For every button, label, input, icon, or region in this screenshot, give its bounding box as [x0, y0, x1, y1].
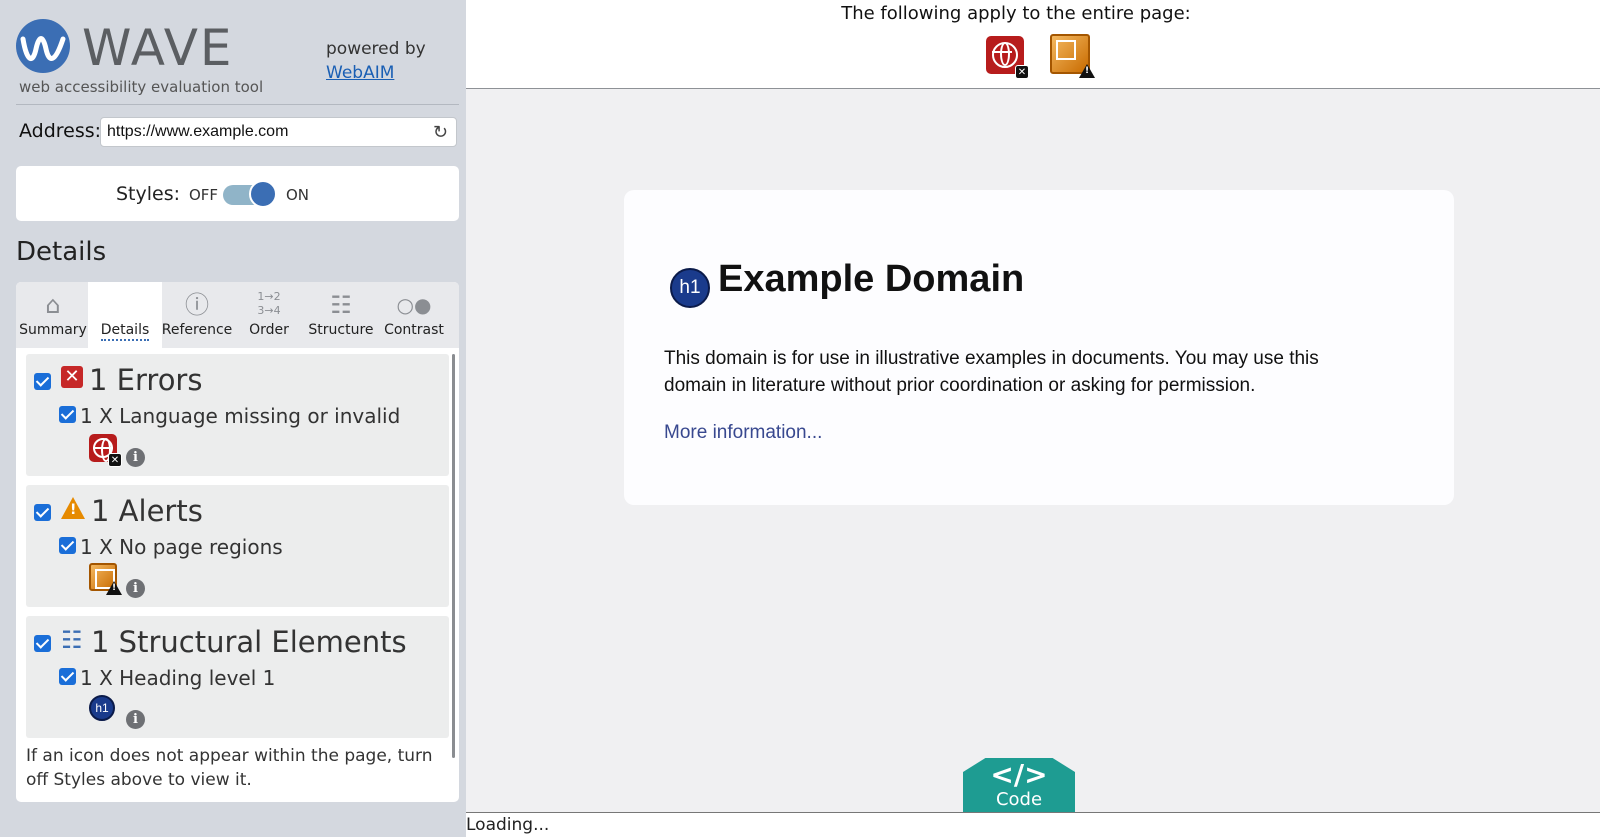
details-panel: ⌂ Summary Details ⓘ Reference 1→2 3→4 Ord…: [16, 282, 459, 802]
language-error-checkbox[interactable]: [59, 406, 76, 423]
code-label: Code: [995, 789, 1043, 810]
no-page-regions-icon[interactable]: !: [89, 563, 122, 595]
refresh-icon[interactable]: ↻: [433, 122, 448, 143]
info-icon[interactable]: i: [126, 710, 145, 729]
tab-reference-label: Reference: [161, 322, 233, 338]
structure-section: ☷ 1 Structural Elements 1 X Heading leve…: [26, 616, 449, 738]
divider: [16, 104, 459, 105]
page-body-text: This domain is for use in illustrative e…: [664, 348, 1319, 396]
tab-order[interactable]: 1→2 3→4 Order: [232, 282, 306, 348]
order-icon: 1→2 3→4: [257, 290, 281, 317]
address-field: ↻: [100, 117, 457, 147]
wave-tagline: web accessibility evaluation tool: [19, 78, 264, 96]
address-input[interactable]: [101, 118, 411, 146]
powered-by-label: powered by: [326, 39, 426, 59]
alert-icon: !: [61, 497, 85, 519]
heading-checkbox[interactable]: [59, 668, 76, 685]
tab-order-label: Order: [249, 322, 289, 338]
info-icon[interactable]: i: [126, 448, 145, 467]
tab-details-label: Details: [100, 322, 150, 341]
address-label: Address:: [19, 120, 102, 142]
language-missing-icon[interactable]: ✕: [89, 434, 122, 467]
structure-title: 1 Structural Elements: [91, 625, 407, 659]
status-text: Loading...: [466, 815, 550, 835]
tab-details[interactable]: Details: [88, 282, 162, 348]
tab-structure[interactable]: ☷ Structure: [304, 282, 378, 348]
example-content-card: h1 Example Domain This domain is for use…: [624, 190, 1454, 505]
tab-summary-label: Summary: [19, 322, 87, 338]
panel-scrollbar[interactable]: [452, 354, 455, 758]
page-level-text: The following apply to the entire page:: [841, 3, 1191, 24]
details-icon: [88, 290, 162, 320]
tab-contrast-label: Contrast: [384, 322, 444, 338]
page-level-bar: The following apply to the entire page: …: [466, 0, 1600, 89]
errors-section: ✕ 1 Errors 1 X Language missing or inval…: [26, 354, 449, 476]
tab-structure-label: Structure: [308, 322, 374, 338]
no-regions-label: 1 X No page regions: [80, 535, 283, 559]
errors-checkbox[interactable]: [34, 373, 51, 390]
tab-summary[interactable]: ⌂ Summary: [16, 282, 90, 348]
contrast-icon: ○●: [396, 293, 432, 317]
wave-logo-text: WAVE: [82, 19, 234, 77]
more-information-link[interactable]: More information...: [664, 422, 822, 444]
alerts-title: 1 Alerts: [91, 494, 203, 528]
no-page-regions-icon[interactable]: !: [1050, 34, 1095, 78]
home-icon: ⌂: [45, 291, 61, 319]
info-icon[interactable]: i: [126, 579, 145, 598]
styles-toggle-box: Styles: OFF ON: [16, 166, 459, 221]
powered-by: powered by WebAIM: [326, 37, 426, 85]
details-heading: Details: [16, 237, 107, 267]
wave-logo-icon: [16, 19, 70, 73]
heading-h1-icon[interactable]: h1: [670, 268, 710, 308]
language-error-label: 1 X Language missing or invalid: [80, 404, 401, 428]
styles-on-label: ON: [286, 186, 310, 204]
language-missing-icon[interactable]: ✕: [986, 36, 1029, 79]
structure-icon: ☷: [61, 626, 83, 654]
error-icon: ✕: [61, 366, 83, 388]
structure-icon: ☷: [330, 291, 352, 319]
wave-sidebar: WAVE web accessibility evaluation tool p…: [0, 0, 466, 837]
tab-bar: ⌂ Summary Details ⓘ Reference 1→2 3→4 Ord…: [16, 282, 459, 348]
styles-label: Styles:: [116, 183, 181, 205]
code-icon: </>: [990, 758, 1048, 791]
structure-checkbox[interactable]: [34, 635, 51, 652]
styles-off-label: OFF: [189, 186, 219, 204]
page-heading: Example Domain: [718, 258, 1025, 300]
heading-label: 1 X Heading level 1: [80, 666, 276, 690]
heading-h1-icon[interactable]: h1: [89, 695, 115, 721]
styles-toggle-knob[interactable]: [249, 180, 277, 208]
tab-contrast[interactable]: ○● Contrast: [377, 282, 451, 348]
webaim-link[interactable]: WebAIM: [326, 61, 426, 85]
alerts-section: ! 1 Alerts 1 X No page regions ! i: [26, 485, 449, 607]
code-button[interactable]: </> Code: [963, 758, 1075, 814]
tab-reference[interactable]: ⓘ Reference: [160, 282, 234, 348]
page-preview: The following apply to the entire page: …: [466, 0, 1600, 837]
alerts-checkbox[interactable]: [34, 504, 51, 521]
no-regions-checkbox[interactable]: [59, 537, 76, 554]
info-icon: ⓘ: [185, 291, 209, 319]
panel-note: If an icon does not appear within the pa…: [26, 746, 433, 790]
status-bar: Loading...: [466, 812, 1600, 837]
errors-title: 1 Errors: [89, 363, 203, 397]
